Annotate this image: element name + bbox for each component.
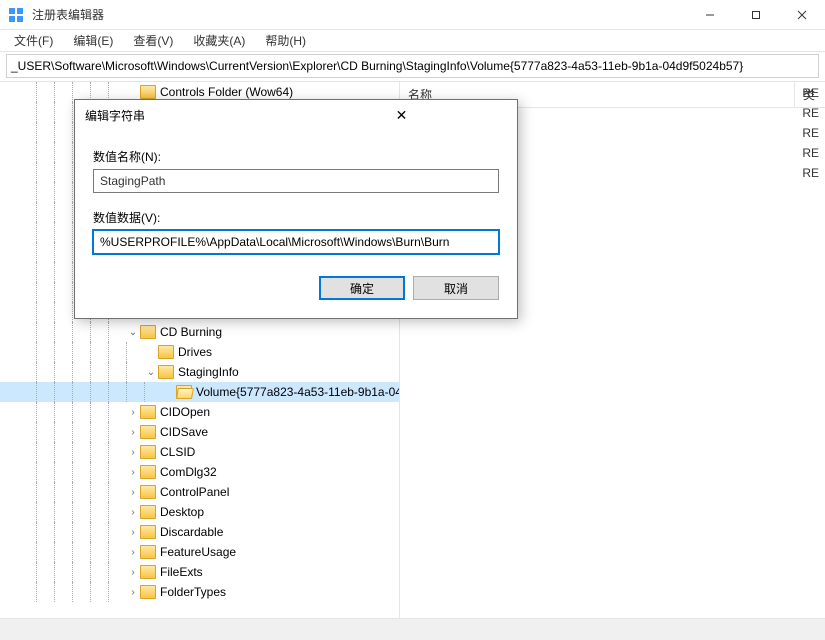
chevron-right-icon[interactable]: › <box>126 587 140 598</box>
tree-item[interactable]: › ControlPanel <box>0 482 399 502</box>
list-type-cell: RE <box>802 123 819 143</box>
dialog-close-button[interactable]: ✕ <box>296 107 507 124</box>
list-type-cell: RE <box>802 163 819 183</box>
maximize-button[interactable] <box>733 0 779 30</box>
tree-item-label: FeatureUsage <box>160 545 236 559</box>
folder-icon <box>140 505 156 519</box>
folder-icon <box>158 345 174 359</box>
tree-item-label: FileExts <box>160 565 203 579</box>
tree-item-label: ControlPanel <box>160 485 229 499</box>
dialog-title-text: 编辑字符串 <box>85 107 296 124</box>
statusbar <box>0 618 825 640</box>
tree-item[interactable]: › FileExts <box>0 562 399 582</box>
chevron-right-icon[interactable]: › <box>126 447 140 458</box>
chevron-right-icon[interactable]: › <box>126 487 140 498</box>
folder-icon <box>140 425 156 439</box>
tree-item[interactable]: ⌄ CD Burning <box>0 322 399 342</box>
tree-item-label: CIDOpen <box>160 405 210 419</box>
menubar: 文件(F) 编辑(E) 查看(V) 收藏夹(A) 帮助(H) <box>0 30 825 52</box>
window-title: 注册表编辑器 <box>32 6 687 23</box>
tree-item-label: StagingInfo <box>178 365 239 379</box>
chevron-right-icon[interactable]: › <box>126 547 140 558</box>
value-name-input[interactable] <box>93 169 499 193</box>
edit-string-dialog: 编辑字符串 ✕ 数值名称(N): 数值数据(V): 确定 取消 <box>74 99 518 319</box>
chevron-right-icon[interactable]: › <box>126 467 140 478</box>
dialog-body: 数值名称(N): 数值数据(V): 确定 取消 <box>75 130 517 318</box>
folder-icon <box>158 365 174 379</box>
chevron-right-icon[interactable]: › <box>126 527 140 538</box>
app-icon <box>8 7 24 23</box>
tree-item[interactable]: › Desktop <box>0 502 399 522</box>
tree-item-label: Discardable <box>160 525 223 539</box>
chevron-right-icon[interactable]: › <box>126 567 140 578</box>
minimize-button[interactable] <box>687 0 733 30</box>
chevron-right-icon[interactable]: › <box>126 427 140 438</box>
folder-icon <box>140 525 156 539</box>
tree-item[interactable]: › CLSID <box>0 442 399 462</box>
titlebar: 注册表编辑器 <box>0 0 825 30</box>
tree-item[interactable]: Volume{5777a823-4a53-11eb-9b1a-04d9f5024… <box>0 382 399 402</box>
address-bar[interactable]: _USER\Software\Microsoft\Windows\Current… <box>6 54 819 78</box>
dialog-buttons: 确定 取消 <box>93 276 499 300</box>
folder-icon <box>140 565 156 579</box>
menu-edit[interactable]: 编辑(E) <box>67 30 119 51</box>
tree-item-label: CD Burning <box>160 325 222 339</box>
tree-item-label: FolderTypes <box>160 585 226 599</box>
tree-item[interactable]: Drives <box>0 342 399 362</box>
tree-item-label: CIDSave <box>160 425 208 439</box>
value-data-label: 数值数据(V): <box>93 209 499 226</box>
list-type-column: RERERERERE <box>802 83 819 183</box>
menu-favorites[interactable]: 收藏夹(A) <box>187 30 251 51</box>
tree-item[interactable]: › FeatureUsage <box>0 542 399 562</box>
folder-icon <box>140 325 156 339</box>
folder-icon <box>140 485 156 499</box>
tree-item-label: Volume{5777a823-4a53-11eb-9b1a-04d9f5024… <box>196 385 399 399</box>
folder-icon <box>140 465 156 479</box>
chevron-right-icon[interactable]: › <box>126 507 140 518</box>
value-data-input[interactable] <box>93 230 499 254</box>
tree-item[interactable]: › ComDlg32 <box>0 462 399 482</box>
folder-icon <box>140 545 156 559</box>
tree-item-label: CLSID <box>160 445 195 459</box>
folder-icon <box>140 405 156 419</box>
chevron-down-icon[interactable]: ⌄ <box>126 327 140 338</box>
tree-item[interactable]: › Discardable <box>0 522 399 542</box>
address-text: _USER\Software\Microsoft\Windows\Current… <box>11 59 743 73</box>
folder-icon <box>140 445 156 459</box>
chevron-down-icon[interactable]: ⌄ <box>144 367 158 378</box>
tree-item[interactable]: › CIDSave <box>0 422 399 442</box>
menu-file[interactable]: 文件(F) <box>8 30 59 51</box>
dialog-titlebar[interactable]: 编辑字符串 ✕ <box>75 100 517 130</box>
tree-item-label: ComDlg32 <box>160 465 217 479</box>
tree-item[interactable]: ⌄ StagingInfo <box>0 362 399 382</box>
tree-item-label: Drives <box>178 345 212 359</box>
list-type-cell: RE <box>802 103 819 123</box>
tree-item-label: Desktop <box>160 505 204 519</box>
folder-icon <box>140 85 156 99</box>
ok-button[interactable]: 确定 <box>319 276 405 300</box>
tree-item-label: Controls Folder (Wow64) <box>160 85 293 99</box>
tree-item[interactable]: › CIDOpen <box>0 402 399 422</box>
close-button[interactable] <box>779 0 825 30</box>
menu-help[interactable]: 帮助(H) <box>259 30 312 51</box>
cancel-button[interactable]: 取消 <box>413 276 499 300</box>
tree-item[interactable]: › FolderTypes <box>0 582 399 602</box>
menu-view[interactable]: 查看(V) <box>127 30 179 51</box>
folder-icon <box>176 385 192 399</box>
value-name-label: 数值名称(N): <box>93 148 499 165</box>
chevron-right-icon[interactable]: › <box>126 407 140 418</box>
folder-icon <box>140 585 156 599</box>
window-controls <box>687 0 825 30</box>
list-type-cell: RE <box>802 83 819 103</box>
list-type-cell: RE <box>802 143 819 163</box>
